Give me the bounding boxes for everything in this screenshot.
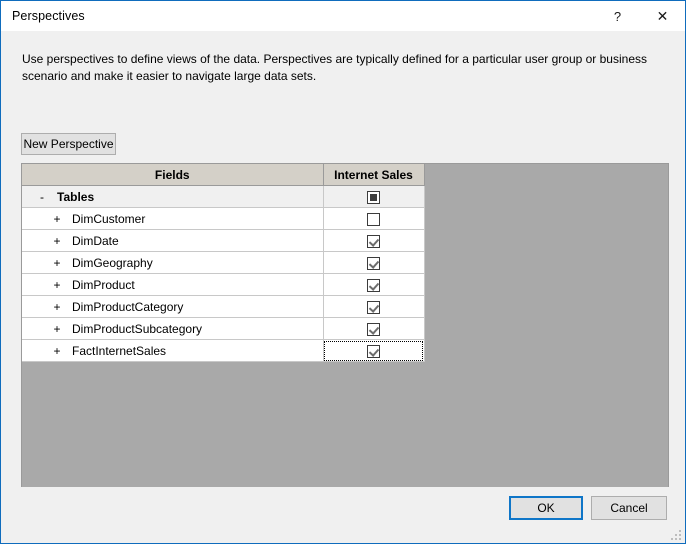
field-cell[interactable]: + DimGeography	[22, 251, 324, 274]
field-label: DimCustomer	[72, 211, 146, 226]
expand-toggle-icon[interactable]: +	[47, 278, 67, 292]
table-row[interactable]: + DimProduct	[22, 273, 425, 296]
internet-sales-cell[interactable]	[323, 207, 425, 230]
new-perspective-button[interactable]: New Perspective	[21, 133, 116, 155]
expand-toggle-icon[interactable]: +	[47, 300, 67, 314]
field-cell[interactable]: - Tables	[22, 185, 324, 208]
column-header-internet-sales[interactable]: Internet Sales	[323, 164, 425, 186]
checkbox-checked[interactable]	[367, 234, 380, 248]
internet-sales-cell[interactable]	[323, 273, 425, 296]
field-cell[interactable]: + DimProduct	[22, 273, 324, 296]
perspectives-table: Fields Internet Sales - Tables + DimCustome…	[22, 164, 425, 362]
title-bar: Perspectives ? ✕	[1, 1, 685, 31]
column-header-fields[interactable]: Fields	[22, 164, 324, 186]
internet-sales-cell[interactable]	[323, 295, 425, 318]
field-cell[interactable]: + DimProductSubcategory	[22, 317, 324, 340]
help-icon[interactable]: ?	[595, 1, 640, 31]
internet-sales-cell[interactable]	[323, 185, 425, 208]
table-row[interactable]: + FactInternetSales	[22, 339, 425, 362]
field-cell[interactable]: + DimProductCategory	[22, 295, 324, 318]
title-bar-buttons: ? ✕	[595, 1, 685, 31]
checkbox-checked[interactable]	[367, 256, 380, 270]
resize-grip[interactable]	[669, 528, 681, 540]
ok-button[interactable]: OK	[509, 496, 583, 520]
table-row[interactable]: + DimDate	[22, 229, 425, 252]
internet-sales-cell[interactable]	[323, 251, 425, 274]
checkbox-indeterminate[interactable]	[367, 190, 380, 204]
dialog-footer: OK Cancel	[1, 487, 685, 543]
window-title: Perspectives	[12, 9, 85, 23]
table-row[interactable]: + DimProductSubcategory	[22, 317, 425, 340]
checkbox-checked[interactable]	[367, 278, 380, 292]
internet-sales-cell[interactable]	[323, 229, 425, 252]
field-label: DimProductCategory	[72, 299, 184, 314]
table-row[interactable]: + DimProductCategory	[22, 295, 425, 318]
field-cell[interactable]: + DimDate	[22, 229, 324, 252]
checkbox-checked[interactable]	[367, 344, 380, 358]
perspectives-dialog: Perspectives ? ✕ Use perspectives to def…	[0, 0, 686, 544]
table-body: - Tables + DimCustomer + DimDate + DimGeography…	[22, 185, 425, 362]
internet-sales-cell[interactable]	[323, 339, 425, 362]
table-row[interactable]: + DimGeography	[22, 251, 425, 274]
table-header: Fields Internet Sales	[22, 164, 425, 186]
table-row[interactable]: - Tables	[22, 185, 425, 208]
checkbox-checked[interactable]	[367, 322, 380, 336]
perspectives-grid[interactable]: Fields Internet Sales - Tables + DimCustome…	[21, 163, 669, 518]
expand-toggle-icon[interactable]: +	[47, 322, 67, 336]
field-cell[interactable]: + FactInternetSales	[22, 339, 324, 362]
checkbox-unchecked[interactable]	[367, 212, 380, 226]
field-cell[interactable]: + DimCustomer	[22, 207, 324, 230]
table-row[interactable]: + DimCustomer	[22, 207, 425, 230]
internet-sales-cell[interactable]	[323, 317, 425, 340]
cancel-button[interactable]: Cancel	[591, 496, 667, 520]
expand-toggle-icon[interactable]: +	[47, 256, 67, 270]
expand-toggle-icon[interactable]: +	[47, 212, 67, 226]
checkbox-checked[interactable]	[367, 300, 380, 314]
description-text: Use perspectives to define views of the …	[22, 52, 647, 83]
expand-toggle-icon[interactable]: +	[47, 344, 67, 358]
table-header-row: Fields Internet Sales	[22, 164, 425, 186]
dialog-body: Use perspectives to define views of the …	[1, 31, 685, 543]
collapse-toggle-icon[interactable]: -	[32, 190, 52, 204]
close-icon[interactable]: ✕	[640, 1, 685, 31]
field-label: DimGeography	[72, 255, 153, 270]
field-label: DimProductSubcategory	[72, 321, 203, 336]
field-label: Tables	[57, 189, 95, 204]
field-label: DimProduct	[72, 277, 135, 292]
field-label: FactInternetSales	[72, 343, 167, 358]
field-label: DimDate	[72, 233, 119, 248]
expand-toggle-icon[interactable]: +	[47, 234, 67, 248]
